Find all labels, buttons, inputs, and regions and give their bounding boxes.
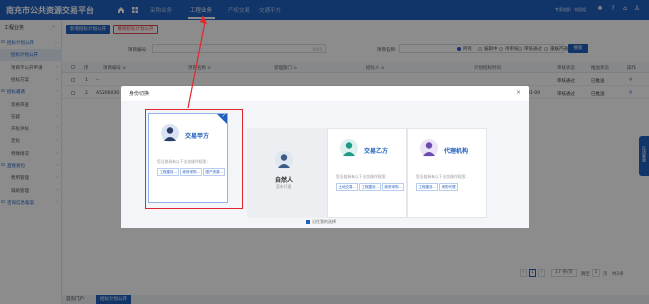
highlight-box (145, 109, 243, 209)
role-description: 您当前具有以下业务操作权限： (336, 174, 390, 179)
role-title: 代理机构 (444, 148, 469, 155)
permission-tag: 土地交易... (336, 183, 359, 191)
permission-tag: 工程建设... (416, 183, 439, 191)
permission-tag: 工程建设... (359, 183, 382, 191)
role-title: 交易乙方 (364, 148, 389, 155)
avatar (275, 151, 293, 169)
role-description: 暂未开通 (276, 184, 292, 189)
remember-label: 记住我的选择 (312, 219, 336, 224)
avatar (420, 139, 438, 157)
role-title: 自然人 (275, 177, 294, 184)
role-card[interactable]: 交易乙方您当前具有以下业务操作权限： 土地交易... 工程建设... 政府采购... (327, 128, 407, 218)
permission-tag: 政府采购... (382, 183, 405, 191)
remember-choice-checkbox[interactable]: 记住我的选择 (306, 219, 336, 225)
modal-title: 身份切换 (129, 91, 150, 97)
close-icon[interactable]: × (516, 89, 521, 96)
role-card: 自然人 暂未开通 (247, 128, 327, 218)
checkbox-icon (306, 219, 310, 224)
avatar (340, 139, 358, 157)
permission-tag: 采购代理 (439, 183, 458, 191)
role-description: 您当前具有以下业务操作权限： (416, 174, 470, 179)
role-card[interactable]: 代理机构您当前具有以下业务操作权限： 工程建设... 采购代理 (407, 128, 487, 218)
